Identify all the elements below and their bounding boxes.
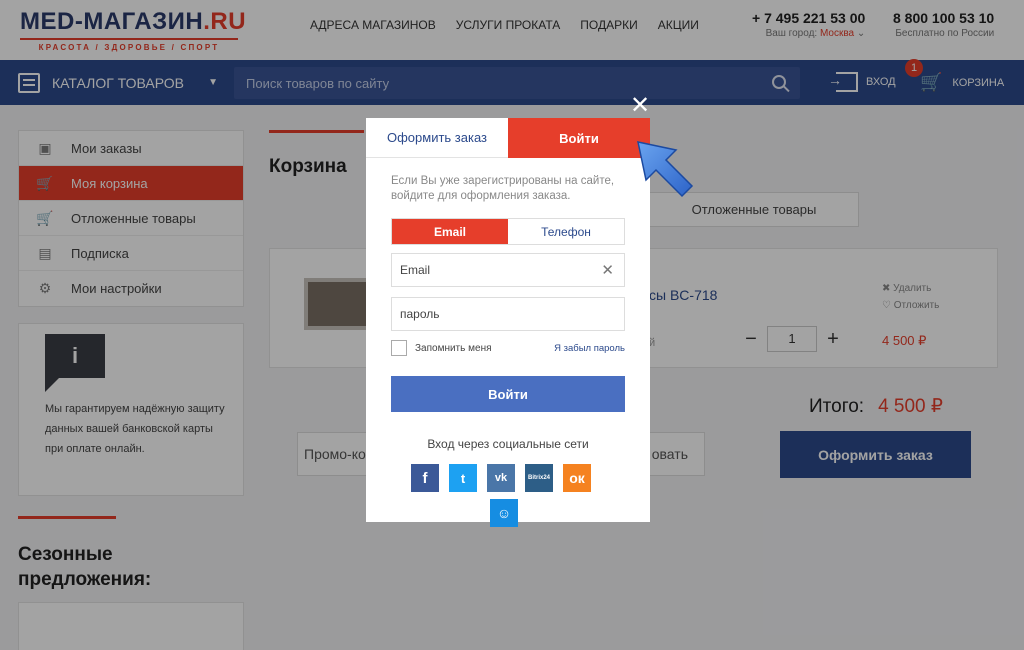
forgot-password-link[interactable]: Я забыл пароль: [554, 343, 625, 354]
login-modal: Оформить заказ Войти Если Вы уже зарегис…: [366, 118, 650, 527]
login-method-switch: Email Телефон: [391, 218, 625, 245]
method-email[interactable]: Email: [392, 219, 508, 244]
password-field[interactable]: [392, 298, 624, 330]
password-field-wrap: [391, 297, 625, 331]
login-info-text: Если Вы уже зарегистрированы на сайте, в…: [391, 175, 615, 202]
bitrix24-icon[interactable]: Bitrix24: [525, 464, 553, 492]
login-submit-button[interactable]: Войти: [391, 376, 625, 412]
clear-icon[interactable]: ✕: [601, 261, 614, 279]
social-buttons: f t vk Bitrix24 ок: [411, 464, 605, 492]
pointer-arrow-icon: [637, 141, 694, 198]
close-icon[interactable]: ✕: [629, 94, 651, 118]
odnoklassniki-icon[interactable]: ок: [563, 464, 591, 492]
email-field[interactable]: [392, 254, 624, 286]
facebook-icon[interactable]: f: [411, 464, 439, 492]
tab-checkout[interactable]: Оформить заказ: [366, 118, 508, 158]
modal-tabs: Оформить заказ Войти: [366, 118, 650, 158]
remember-checkbox[interactable]: [391, 340, 407, 356]
social-login-title: Вход через социальные сети: [427, 437, 589, 451]
twitter-icon[interactable]: t: [449, 464, 477, 492]
remember-me[interactable]: Запомнить меня: [391, 340, 492, 356]
method-phone[interactable]: Телефон: [508, 219, 624, 244]
mailru-icon[interactable]: ☺: [490, 499, 518, 527]
email-field-wrap: ✕: [391, 253, 625, 287]
tab-login[interactable]: Войти: [508, 118, 650, 158]
vk-icon[interactable]: vk: [487, 464, 515, 492]
